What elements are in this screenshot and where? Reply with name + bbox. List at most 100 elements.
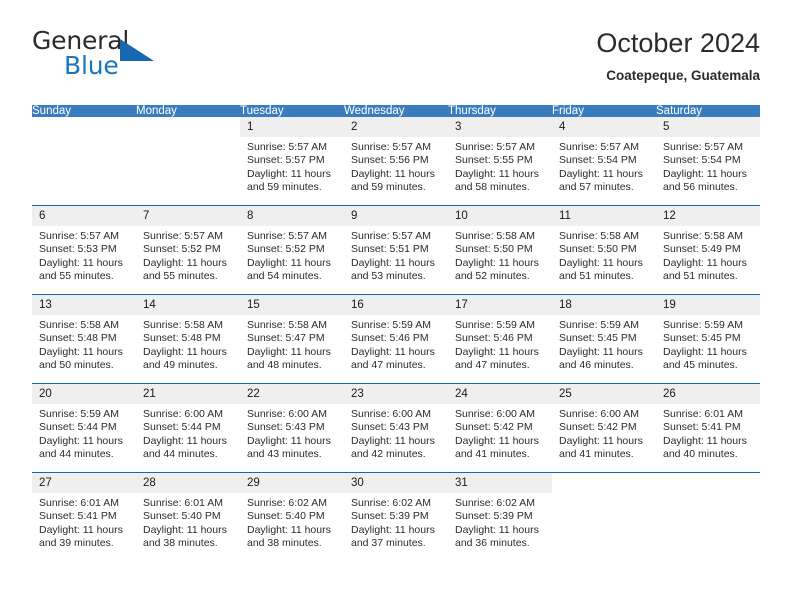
calendar-week-row: 13 Sunrise: 5:58 AM Sunset: 5:48 PM Dayligh… [32, 294, 760, 384]
sunrise-time: Sunrise: 5:57 AM [559, 141, 639, 153]
sunset-time: Sunset: 5:54 PM [663, 154, 741, 167]
calendar-day-cell[interactable]: 8 Sunrise: 5:57 AM Sunset: 5:52 PM Daylight… [240, 205, 344, 295]
sunset-time: Sunset: 5:48 PM [143, 332, 221, 345]
calendar-day-cell[interactable]: 19 Sunrise: 5:59 AM Sunset: 5:45 PM Dayligh… [656, 294, 760, 384]
sunrise-time: Sunrise: 6:02 AM [455, 497, 535, 509]
day-number: 18 [552, 295, 656, 315]
day-details: Sunrise: 6:01 AM Sunset: 5:40 PM Daylight:… [136, 493, 240, 551]
day-cell-inner: 23 Sunrise: 6:00 AM Sunset: 5:43 PM Dayligh… [344, 384, 448, 472]
daylight-duration: Daylight: 11 hours and 55 minutes. [143, 256, 227, 283]
sunset-time: Sunset: 5:43 PM [351, 421, 429, 434]
calendar-day-cell[interactable]: 4 Sunrise: 5:57 AM Sunset: 5:54 PM Daylight… [552, 117, 656, 206]
day-number: 4 [552, 117, 656, 137]
calendar-day-cell[interactable]: 24 Sunrise: 6:00 AM Sunset: 5:42 PM Dayligh… [448, 383, 552, 473]
sunset-time: Sunset: 5:50 PM [455, 243, 533, 256]
calendar-day-cell[interactable]: 13 Sunrise: 5:58 AM Sunset: 5:48 PM Dayligh… [32, 294, 136, 384]
sunrise-time: Sunrise: 5:59 AM [39, 408, 119, 420]
sunrise-time: Sunrise: 5:57 AM [351, 230, 431, 242]
sunrise-time: Sunrise: 5:58 AM [247, 319, 327, 331]
sunset-time: Sunset: 5:41 PM [663, 421, 741, 434]
general-blue-logo[interactable]: General Blue [32, 26, 252, 88]
day-cell-inner: 6 Sunrise: 5:57 AM Sunset: 5:53 PM Daylight… [32, 206, 136, 294]
daylight-duration: Daylight: 11 hours and 38 minutes. [143, 523, 227, 550]
day-details: Sunrise: 5:59 AM Sunset: 5:46 PM Daylight:… [344, 315, 448, 373]
calendar-day-cell[interactable]: 25 Sunrise: 6:00 AM Sunset: 5:42 PM Dayligh… [552, 383, 656, 473]
sunset-time: Sunset: 5:50 PM [559, 243, 637, 256]
daylight-duration: Daylight: 11 hours and 40 minutes. [663, 434, 747, 461]
sunrise-time: Sunrise: 6:01 AM [143, 497, 223, 509]
calendar-day-cell[interactable]: 17 Sunrise: 5:59 AM Sunset: 5:46 PM Dayligh… [448, 294, 552, 384]
day-cell-inner: 18 Sunrise: 5:59 AM Sunset: 5:45 PM Dayligh… [552, 295, 656, 383]
calendar-day-cell[interactable]: 15 Sunrise: 5:58 AM Sunset: 5:47 PM Dayligh… [240, 294, 344, 384]
calendar-day-cell[interactable]: 11 Sunrise: 5:58 AM Sunset: 5:50 PM Dayligh… [552, 205, 656, 295]
day-details: Sunrise: 5:57 AM Sunset: 5:51 PM Daylight:… [344, 226, 448, 284]
calendar-day-cell[interactable]: 1 Sunrise: 5:57 AM Sunset: 5:57 PM Daylight… [240, 117, 344, 206]
sunset-time: Sunset: 5:39 PM [455, 510, 533, 523]
calendar-day-cell[interactable]: 14 Sunrise: 5:58 AM Sunset: 5:48 PM Dayligh… [136, 294, 240, 384]
calendar-day-cell[interactable]: 2 Sunrise: 5:57 AM Sunset: 5:56 PM Daylight… [344, 117, 448, 206]
calendar-day-cell[interactable]: 3 Sunrise: 5:57 AM Sunset: 5:55 PM Daylight… [448, 117, 552, 206]
sunset-time: Sunset: 5:41 PM [39, 510, 117, 523]
calendar-day-cell[interactable]: 23 Sunrise: 6:00 AM Sunset: 5:43 PM Dayligh… [344, 383, 448, 473]
weekday-header-sunday: Sunday [32, 105, 136, 117]
title-block: October 2024 Coatepeque, Guatemala [596, 26, 760, 86]
sunset-time: Sunset: 5:45 PM [663, 332, 741, 345]
calendar-day-cell[interactable]: 29 Sunrise: 6:02 AM Sunset: 5:40 PM Dayligh… [240, 472, 344, 561]
daylight-duration: Daylight: 11 hours and 41 minutes. [455, 434, 539, 461]
calendar-cell-empty [32, 117, 136, 206]
calendar-day-cell[interactable]: 9 Sunrise: 5:57 AM Sunset: 5:51 PM Daylight… [344, 205, 448, 295]
day-cell-inner [552, 473, 656, 561]
daylight-duration: Daylight: 11 hours and 48 minutes. [247, 345, 331, 372]
day-cell-inner: 9 Sunrise: 5:57 AM Sunset: 5:51 PM Daylight… [344, 206, 448, 294]
calendar-day-cell[interactable]: 27 Sunrise: 6:01 AM Sunset: 5:41 PM Dayligh… [32, 472, 136, 561]
day-cell-inner: 16 Sunrise: 5:59 AM Sunset: 5:46 PM Dayligh… [344, 295, 448, 383]
day-details: Sunrise: 6:02 AM Sunset: 5:40 PM Daylight:… [240, 493, 344, 551]
day-number: 8 [240, 206, 344, 226]
calendar-day-cell[interactable]: 20 Sunrise: 5:59 AM Sunset: 5:44 PM Dayligh… [32, 383, 136, 473]
day-cell-inner: 30 Sunrise: 6:02 AM Sunset: 5:39 PM Dayligh… [344, 473, 448, 561]
sunrise-time: Sunrise: 5:57 AM [143, 230, 223, 242]
day-number: 31 [448, 473, 552, 493]
sunrise-time: Sunrise: 6:02 AM [247, 497, 327, 509]
calendar-day-cell[interactable]: 30 Sunrise: 6:02 AM Sunset: 5:39 PM Dayligh… [344, 472, 448, 561]
day-cell-inner: 28 Sunrise: 6:01 AM Sunset: 5:40 PM Dayligh… [136, 473, 240, 561]
calendar-day-cell[interactable]: 31 Sunrise: 6:02 AM Sunset: 5:39 PM Dayligh… [448, 472, 552, 561]
calendar-day-cell[interactable]: 21 Sunrise: 6:00 AM Sunset: 5:44 PM Dayligh… [136, 383, 240, 473]
sunrise-time: Sunrise: 5:57 AM [247, 141, 327, 153]
sunset-time: Sunset: 5:42 PM [455, 421, 533, 434]
weekday-header-tuesday: Tuesday [240, 105, 344, 117]
daylight-duration: Daylight: 11 hours and 50 minutes. [39, 345, 123, 372]
page-header: General Blue October 2024 Coatepeque, Gu… [32, 26, 760, 98]
day-details: Sunrise: 6:00 AM Sunset: 5:43 PM Daylight:… [344, 404, 448, 462]
calendar-cell-empty [656, 472, 760, 561]
sunset-time: Sunset: 5:39 PM [351, 510, 429, 523]
calendar-day-cell[interactable]: 28 Sunrise: 6:01 AM Sunset: 5:40 PM Dayligh… [136, 472, 240, 561]
day-number: 11 [552, 206, 656, 226]
day-cell-inner: 14 Sunrise: 5:58 AM Sunset: 5:48 PM Dayligh… [136, 295, 240, 383]
calendar-day-cell[interactable]: 10 Sunrise: 5:58 AM Sunset: 5:50 PM Dayligh… [448, 205, 552, 295]
day-details: Sunrise: 5:57 AM Sunset: 5:52 PM Daylight:… [240, 226, 344, 284]
sunset-time: Sunset: 5:55 PM [455, 154, 533, 167]
calendar-day-cell[interactable]: 16 Sunrise: 5:59 AM Sunset: 5:46 PM Dayligh… [344, 294, 448, 384]
calendar-day-cell[interactable]: 26 Sunrise: 6:01 AM Sunset: 5:41 PM Dayligh… [656, 383, 760, 473]
day-number: 12 [656, 206, 760, 226]
calendar-day-cell[interactable]: 6 Sunrise: 5:57 AM Sunset: 5:53 PM Daylight… [32, 205, 136, 295]
day-details: Sunrise: 6:02 AM Sunset: 5:39 PM Daylight:… [344, 493, 448, 551]
day-cell-inner: 26 Sunrise: 6:01 AM Sunset: 5:41 PM Dayligh… [656, 384, 760, 472]
weekday-header-wednesday: Wednesday [344, 105, 448, 117]
weekday-header-monday: Monday [136, 105, 240, 117]
day-number: 30 [344, 473, 448, 493]
day-number: 3 [448, 117, 552, 137]
calendar-day-cell[interactable]: 12 Sunrise: 5:58 AM Sunset: 5:49 PM Dayligh… [656, 205, 760, 295]
day-number: 15 [240, 295, 344, 315]
calendar-day-cell[interactable]: 7 Sunrise: 5:57 AM Sunset: 5:52 PM Daylight… [136, 205, 240, 295]
day-details: Sunrise: 6:00 AM Sunset: 5:44 PM Daylight:… [136, 404, 240, 462]
calendar-body: 1 Sunrise: 5:57 AM Sunset: 5:57 PM Daylight… [32, 117, 760, 561]
daylight-duration: Daylight: 11 hours and 55 minutes. [39, 256, 123, 283]
calendar-day-cell[interactable]: 18 Sunrise: 5:59 AM Sunset: 5:45 PM Dayligh… [552, 294, 656, 384]
calendar-day-cell[interactable]: 22 Sunrise: 6:00 AM Sunset: 5:43 PM Dayligh… [240, 383, 344, 473]
sunset-time: Sunset: 5:53 PM [39, 243, 117, 256]
calendar-day-cell[interactable]: 5 Sunrise: 5:57 AM Sunset: 5:54 PM Daylight… [656, 117, 760, 206]
day-number: 28 [136, 473, 240, 493]
day-cell-inner: 3 Sunrise: 5:57 AM Sunset: 5:55 PM Daylight… [448, 117, 552, 205]
